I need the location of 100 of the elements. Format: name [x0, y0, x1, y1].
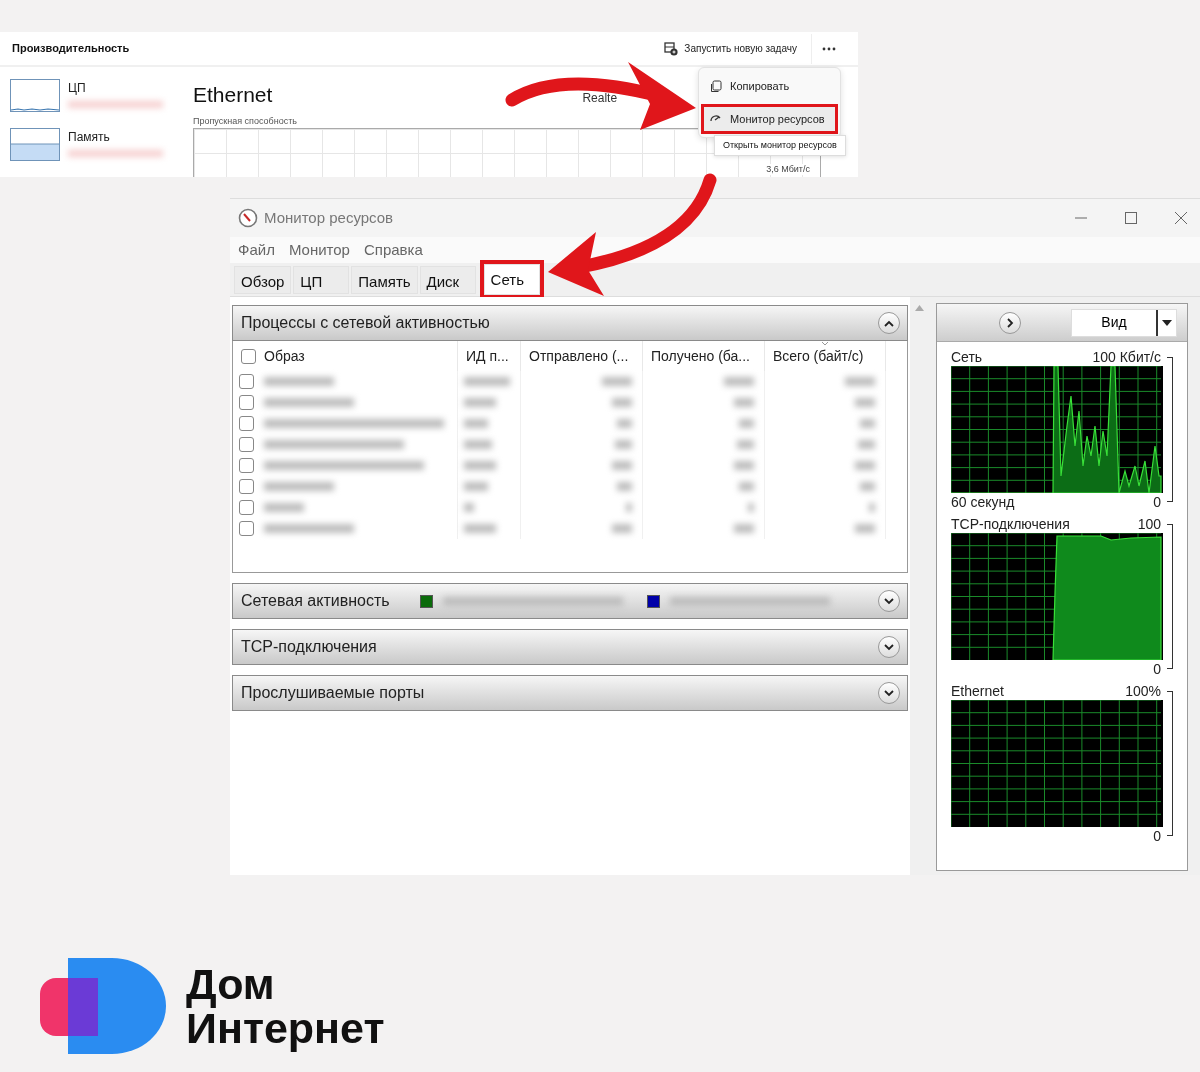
- graph-scale-min: 0: [1153, 827, 1161, 845]
- chevron-down-icon: [884, 689, 894, 697]
- graph-title: Сеть: [951, 348, 983, 366]
- close-icon[interactable]: [1174, 211, 1188, 225]
- sidebar-label: ЦП: [68, 80, 87, 97]
- blurred-value: [617, 419, 632, 428]
- blurred-value: [612, 524, 632, 533]
- column-header[interactable]: Образ: [264, 345, 305, 367]
- chevron-up-icon: [884, 319, 894, 327]
- blurred-value: [464, 398, 496, 407]
- checkbox[interactable]: [239, 395, 254, 410]
- tab[interactable]: Память: [351, 265, 418, 294]
- section-header[interactable]: Сетевая активность: [232, 583, 908, 619]
- blurred-value: [612, 461, 632, 470]
- expand-button[interactable]: [999, 311, 1021, 334]
- graph-title: Ethernet: [951, 682, 1004, 700]
- checkbox[interactable]: [239, 437, 254, 452]
- section-title: Прослушиваемые порты: [241, 683, 425, 703]
- caret-icon: [1162, 319, 1172, 326]
- blurred-value: [464, 503, 474, 512]
- blurred-value: [739, 419, 754, 428]
- blurred-value: [857, 440, 875, 449]
- blurred-value: [464, 419, 488, 428]
- tab[interactable]: ЦП: [293, 265, 350, 294]
- graph-scale-max: 100%: [1125, 682, 1161, 700]
- gauge-icon: [238, 208, 258, 228]
- sidebar-label: Память: [68, 129, 111, 146]
- column-header[interactable]: Всего (байт/с): [765, 341, 886, 371]
- expand-button[interactable]: [878, 312, 900, 334]
- menu-item[interactable]: Монитор: [284, 238, 354, 262]
- chevron-right-icon: [1006, 317, 1014, 328]
- expand-button[interactable]: [878, 682, 900, 704]
- section-title: TCP-подключения: [241, 637, 377, 657]
- sidebar-item[interactable]: ЦП: [10, 79, 175, 112]
- sidebar-item[interactable]: Память: [10, 128, 175, 161]
- menu-item[interactable]: Файл: [234, 238, 279, 262]
- section-header[interactable]: Процессы с сетевой активностью: [232, 305, 908, 341]
- graph-scale-min: 0: [1153, 660, 1161, 678]
- new-task-button[interactable]: Запустить новую задачу: [664, 33, 812, 64]
- tab[interactable]: Диск: [419, 265, 476, 294]
- blurred-value: [464, 377, 510, 386]
- section-header[interactable]: Прослушиваемые порты: [232, 675, 908, 711]
- adapter-title: Ethernet: [193, 82, 273, 108]
- blurred-value: [464, 524, 496, 533]
- menu-item[interactable]: Монитор ресурсов: [701, 103, 838, 134]
- new-task-icon: [664, 41, 679, 56]
- checkbox[interactable]: [239, 479, 254, 494]
- cpu-thumbnail: [10, 79, 60, 112]
- window-title: Монитор ресурсов: [264, 207, 394, 228]
- checkbox[interactable]: [239, 416, 254, 431]
- chevron-down-icon: [884, 643, 894, 651]
- blurred-value: [464, 440, 492, 449]
- tooltip: Открыть монитор ресурсов: [714, 135, 846, 156]
- checkbox[interactable]: [239, 500, 254, 515]
- scroll-up-icon[interactable]: [914, 305, 924, 311]
- checkbox[interactable]: [239, 458, 254, 473]
- blurred-value: [626, 503, 632, 512]
- checkbox[interactable]: [239, 374, 254, 389]
- expand-button[interactable]: [878, 636, 900, 658]
- blurred-value: [464, 482, 488, 491]
- column-header[interactable]: Отправлено (...: [521, 341, 643, 371]
- blurred-value: [855, 398, 875, 407]
- section-title: Процессы с сетевой активностью: [241, 313, 490, 333]
- column-header[interactable]: ИД п...: [458, 341, 521, 371]
- checkbox[interactable]: [241, 348, 256, 364]
- blurred-value: [734, 524, 754, 533]
- blurred-value: [860, 419, 875, 428]
- blurred-value: [739, 482, 754, 491]
- chevron-down-icon: [884, 597, 894, 605]
- blurred-value: [855, 524, 875, 533]
- page-title: Производительность: [12, 41, 130, 57]
- tab[interactable]: Обзор: [234, 265, 292, 294]
- menu-item[interactable]: Справка: [359, 238, 427, 262]
- graph-time-label: 60 секунд: [951, 493, 1015, 511]
- blurred-value: [617, 482, 632, 491]
- maximize-icon[interactable]: [1124, 211, 1138, 225]
- chart-label: Пропускная способность: [193, 114, 297, 128]
- blurred-text: [264, 503, 304, 512]
- blurred-value: [734, 461, 754, 470]
- blurred-text: [264, 377, 334, 386]
- expand-button[interactable]: [878, 590, 900, 612]
- blurred-value: [612, 398, 632, 407]
- copy-icon: [709, 79, 722, 93]
- graph-scale-max: 100 Кбит/с: [1092, 348, 1161, 366]
- view-button[interactable]: Вид: [1071, 308, 1177, 337]
- blurred-value: [614, 440, 632, 449]
- blurred-value: [860, 482, 875, 491]
- column-header[interactable]: Получено (ба...: [643, 341, 765, 371]
- logo-text: Дом: [186, 962, 276, 1006]
- more-icon: [822, 46, 836, 51]
- blurred-value: [734, 398, 754, 407]
- blurred-value: [748, 503, 754, 512]
- checkbox[interactable]: [239, 521, 254, 536]
- blurred-value: [845, 377, 875, 386]
- menu-item[interactable]: Копировать: [701, 71, 838, 102]
- adapter-name: Realte: [582, 90, 618, 107]
- memory-thumbnail: [10, 128, 60, 161]
- section-header[interactable]: TCP-подключения: [232, 629, 908, 665]
- section-title: Сетевая активность: [241, 591, 390, 611]
- blurred-value: [855, 461, 875, 470]
